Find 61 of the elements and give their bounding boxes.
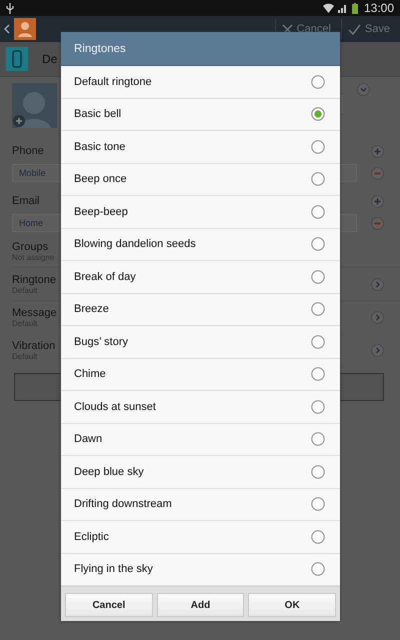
ringtone-option[interactable]: Basic tone <box>61 131 340 164</box>
ringtone-option[interactable]: Bugs’ story <box>61 326 340 358</box>
dialog-button[interactable]: Cancel <box>65 593 153 617</box>
setting-label: Groups <box>12 240 50 252</box>
radio-button[interactable] <box>311 172 325 186</box>
ringtone-option[interactable]: Deep blue sky <box>61 456 340 488</box>
setting-label: Message <box>12 306 58 318</box>
usb-icon <box>6 2 14 14</box>
ringtone-option[interactable]: Chime <box>61 358 340 391</box>
ringtone-option[interactable]: Ecliptic <box>61 521 340 554</box>
dialog-button[interactable]: OK <box>248 593 336 617</box>
radio-button[interactable] <box>311 530 325 544</box>
chevron-icon[interactable] <box>371 310 384 324</box>
radio-button[interactable] <box>311 497 325 512</box>
checkmark-icon <box>348 24 361 34</box>
radio-button[interactable] <box>311 334 325 349</box>
dialog-button[interactable]: Add <box>156 593 244 617</box>
add-icon[interactable] <box>371 144 384 158</box>
ringtone-option[interactable]: Break of day <box>61 261 340 294</box>
ringtone-option[interactable]: Default ringtone <box>61 66 340 98</box>
ringtone-option[interactable]: Breeze <box>61 294 340 326</box>
radio-button[interactable] <box>311 204 325 219</box>
signal-icon <box>338 3 348 13</box>
radio-button[interactable] <box>311 140 325 154</box>
radio-button[interactable] <box>311 74 325 89</box>
phone-label: Phone <box>12 145 44 157</box>
remove-icon[interactable] <box>371 166 384 180</box>
ringtone-option[interactable]: Flying in the sky <box>61 554 340 586</box>
back-icon[interactable] <box>4 24 10 34</box>
remove-icon[interactable] <box>371 216 384 230</box>
setting-label: Vibration <box>12 340 56 352</box>
wifi-icon <box>322 3 334 13</box>
battery-icon <box>352 2 358 14</box>
ringtone-option[interactable]: Clouds at sunset <box>61 391 340 424</box>
radio-button[interactable] <box>311 367 325 382</box>
ringtone-option[interactable]: Basic bell <box>61 98 340 131</box>
radio-button[interactable] <box>311 302 325 316</box>
radio-button[interactable] <box>311 562 325 576</box>
radio-button[interactable] <box>311 270 325 284</box>
ringtone-option[interactable]: Blowing dandelion seeds <box>61 228 340 261</box>
chevron-icon[interactable] <box>371 344 384 356</box>
ringtone-option[interactable]: Beep-beep <box>61 196 340 228</box>
dialog-title: Ringtones <box>74 42 126 54</box>
radio-button[interactable] <box>311 464 325 479</box>
radio-button[interactable] <box>311 400 325 414</box>
ringtone-option[interactable]: Drifting downstream <box>61 488 340 521</box>
ringtone-option[interactable]: Dawn <box>61 424 340 456</box>
setting-label: Ringtone <box>12 274 58 286</box>
email-label: Email <box>12 195 40 207</box>
avatar-icon[interactable] <box>12 83 57 128</box>
ringtone-option[interactable]: Beep once <box>61 164 340 196</box>
clock-time: 13:00 <box>364 1 394 15</box>
chevron-icon[interactable] <box>371 278 384 290</box>
radio-button[interactable] <box>311 432 325 446</box>
phone-icon <box>6 47 28 71</box>
radio-button[interactable] <box>311 107 325 122</box>
close-icon <box>282 24 293 34</box>
radio-button[interactable] <box>311 237 325 252</box>
account-label: De <box>42 52 58 66</box>
expand-icon[interactable] <box>357 83 370 96</box>
add-icon[interactable] <box>371 194 384 208</box>
